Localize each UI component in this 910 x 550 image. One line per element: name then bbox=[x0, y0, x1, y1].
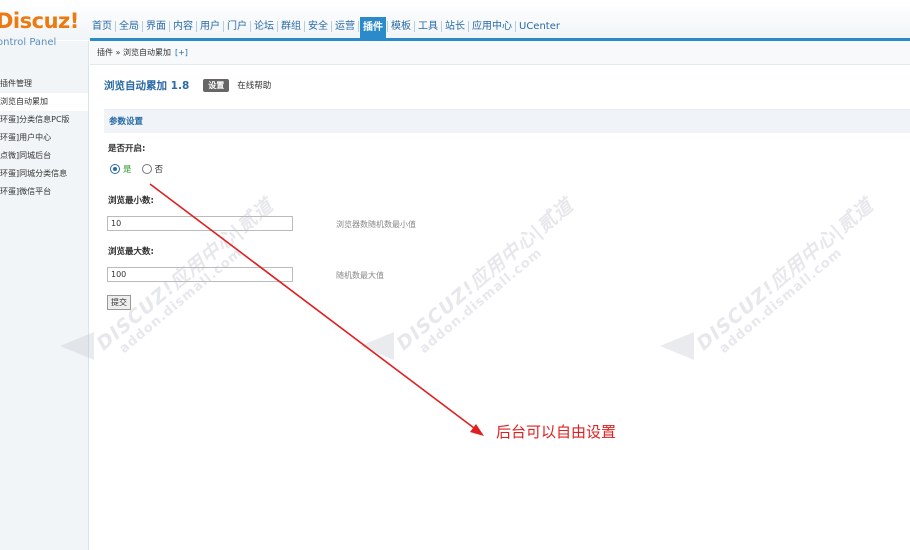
nav-separator bbox=[358, 21, 359, 32]
nav-item[interactable]: 门户 bbox=[225, 18, 249, 36]
header: Discuz! 首页 全局 界面 内容 用户 门户 论坛 群组 安全 运营 插件 模板 工具 站长 应用中心… bbox=[0, 0, 910, 40]
sidebar: 插件管理 浏览自动累加 环蛋]分类信息PC版 环蛋]用户中心 点微]同城后台 环蛋]同城分… bbox=[0, 41, 89, 550]
nav-separator bbox=[515, 21, 516, 32]
nav-item[interactable]: UCenter bbox=[517, 18, 562, 36]
nav-separator bbox=[196, 21, 197, 32]
plugin-title: 浏览自动累加 1.8 bbox=[104, 79, 190, 92]
top-nav: 首页 全局 界面 内容 用户 门户 论坛 群组 安全 运营 插件 模板 工具 站长 应用中心 UCenter bbox=[90, 16, 562, 39]
nav-item[interactable]: 用户 bbox=[198, 18, 222, 36]
sidebar-menu: 插件管理 浏览自动累加 环蛋]分类信息PC版 环蛋]用户中心 点微]同城后台 环蛋]同城分… bbox=[0, 75, 88, 201]
nav-item[interactable]: 首页 bbox=[90, 18, 114, 36]
nav-item[interactable]: 安全 bbox=[306, 18, 330, 36]
max-count-label: 浏览最大数: bbox=[108, 247, 154, 257]
breadcrumb: 插件 » 浏览自动累加 [+] bbox=[90, 41, 910, 65]
breadcrumb-path[interactable]: 插件 » 浏览自动累加 bbox=[97, 48, 171, 57]
admin-page: Discuz! 首页 全局 界面 内容 用户 门户 论坛 群组 安全 运营 插件 模板 工具 站长 应用中心… bbox=[0, 0, 910, 550]
nav-separator bbox=[441, 21, 442, 32]
discuz-logo[interactable]: Discuz! bbox=[0, 9, 79, 33]
nav-separator bbox=[468, 21, 469, 32]
sidebar-item[interactable]: 环蛋]分类信息PC版 bbox=[0, 111, 88, 129]
nav-item[interactable]: 内容 bbox=[171, 18, 195, 36]
nav-separator bbox=[223, 21, 224, 32]
nav-item[interactable]: 工具 bbox=[416, 18, 440, 36]
plugin-title-row: 浏览自动累加 1.8 设置 在线帮助 bbox=[104, 77, 271, 93]
nav-item[interactable]: 站长 bbox=[443, 18, 467, 36]
min-count-desc: 浏览器数随机数最小值 bbox=[336, 220, 416, 229]
section-header: 参数设置 bbox=[104, 109, 910, 133]
enable-label: 是否开启: bbox=[108, 144, 146, 154]
min-count-label: 浏览最小数: bbox=[108, 196, 154, 206]
add-shortcut-link[interactable]: [+] bbox=[175, 48, 188, 57]
sidebar-item[interactable]: 点微]同城后台 bbox=[0, 147, 88, 165]
nav-separator bbox=[331, 21, 332, 32]
max-count-desc: 随机数最大值 bbox=[336, 271, 384, 280]
help-link[interactable]: 在线帮助 bbox=[237, 79, 271, 91]
nav-separator bbox=[250, 21, 251, 32]
sidebar-item[interactable]: 环蛋]微信平台 bbox=[0, 183, 88, 201]
nav-separator bbox=[277, 21, 278, 32]
enable-no-label[interactable]: 否 bbox=[155, 163, 164, 175]
nav-separator bbox=[142, 21, 143, 32]
sidebar-item[interactable]: 环蛋]同城分类信息 bbox=[0, 165, 88, 183]
nav-separator bbox=[169, 21, 170, 32]
nav-separator bbox=[304, 21, 305, 32]
nav-item[interactable]: 界面 bbox=[144, 18, 168, 36]
logo-subtitle: ontrol Panel bbox=[0, 37, 57, 48]
enable-yes-radio[interactable] bbox=[110, 164, 120, 174]
nav-item[interactable]: 群组 bbox=[279, 18, 303, 36]
nav-item[interactable]: 应用中心 bbox=[470, 18, 514, 36]
sidebar-item[interactable]: 插件管理 bbox=[0, 75, 88, 93]
settings-button[interactable]: 设置 bbox=[203, 78, 230, 92]
enable-no-radio[interactable] bbox=[141, 164, 152, 174]
enable-yes-label[interactable]: 是 bbox=[123, 163, 132, 175]
submit-button[interactable]: 提交 bbox=[107, 295, 131, 310]
nav-item[interactable]: 论坛 bbox=[252, 18, 276, 36]
nav-separator bbox=[115, 21, 116, 32]
min-count-input[interactable] bbox=[107, 216, 293, 231]
main-content: 浏览自动累加 1.8 设置 在线帮助 参数设置 是否开启: 是 否 浏览最小数:… bbox=[90, 66, 910, 550]
nav-item[interactable]: 全局 bbox=[117, 18, 141, 36]
annotation-text: 后台可以自由设置 bbox=[496, 423, 617, 441]
nav-separator bbox=[414, 21, 415, 32]
nav-item[interactable]: 模板 bbox=[389, 18, 413, 36]
sidebar-item[interactable]: 浏览自动累加 bbox=[0, 93, 88, 111]
nav-item[interactable]: 插件 bbox=[360, 16, 386, 39]
max-count-input[interactable] bbox=[107, 267, 293, 282]
nav-separator bbox=[387, 21, 388, 32]
nav-item[interactable]: 运营 bbox=[333, 18, 357, 36]
enable-radio-group: 是 否 bbox=[110, 163, 163, 175]
sidebar-item[interactable]: 环蛋]用户中心 bbox=[0, 129, 88, 147]
